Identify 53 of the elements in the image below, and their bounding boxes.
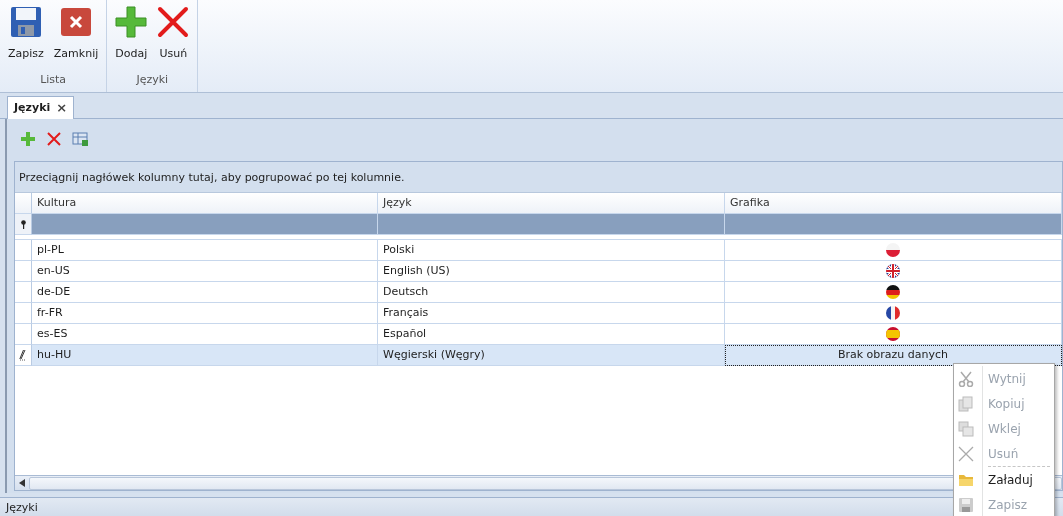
table-cell: fr-FR (32, 303, 378, 324)
table-cell: Węgierski (Węgry) (378, 345, 725, 366)
toolbar-button[interactable] (46, 131, 62, 147)
filter-cell[interactable] (378, 214, 725, 235)
flag-icon (885, 305, 901, 321)
scissors-icon (958, 370, 974, 387)
table-cell: pl-PL (32, 240, 378, 261)
row-indicator (15, 240, 32, 261)
paste-icon (958, 420, 974, 437)
close-icon[interactable]: × (56, 101, 68, 115)
column-header[interactable]: Grafika (725, 193, 1062, 214)
ribbon-group-label: Lista (39, 71, 68, 88)
filter-cell[interactable] (725, 214, 1062, 235)
ribbon-button[interactable]: Zapisz (6, 4, 46, 72)
scrollbar-thumb[interactable] (28, 476, 1062, 490)
table-cell: Brak obrazu danych (725, 345, 1062, 366)
copy-icon (958, 395, 974, 412)
plus-icon (115, 6, 148, 38)
flag-icon (885, 263, 901, 279)
table-cell: de-DE (32, 282, 378, 303)
group-panel-hint: Przeciągnij nagłówek kolumny tutaj, aby pogrupować po tej kolumnie. (19, 169, 405, 186)
ribbon-button[interactable]: Usuń (155, 4, 192, 72)
plus-icon (20, 131, 36, 147)
table-cell: Polski (378, 240, 725, 261)
table-cell: en-US (32, 261, 378, 282)
row-indicator (15, 282, 32, 303)
table-cell: hu-HU (32, 345, 378, 366)
row-indicator (15, 261, 32, 282)
table-cell: Français (378, 303, 725, 324)
ribbon-button[interactable]: Dodaj (113, 4, 150, 72)
table-cell: Deutsch (378, 282, 725, 303)
pin-icon (19, 219, 27, 229)
toolbar-button[interactable] (72, 131, 88, 147)
grid-export-icon (72, 131, 88, 147)
ribbon-button[interactable]: Zamknij (51, 4, 101, 72)
scroll-left-icon (18, 479, 25, 487)
ribbon-group-label: Języki (135, 71, 170, 88)
row-indicator (15, 303, 32, 324)
flag-icon (885, 284, 901, 300)
filter-cell[interactable] (32, 214, 378, 235)
delete-icon (958, 445, 974, 462)
column-header[interactable]: Kultura (32, 193, 378, 214)
flag-icon (885, 326, 901, 342)
table-cell: English (US) (378, 261, 725, 282)
delete-icon (157, 6, 190, 38)
close-icon (60, 6, 93, 38)
toolbar-button[interactable] (20, 131, 36, 147)
menu-item[interactable]: Załaduj (954, 467, 1054, 492)
column-header[interactable]: Język (378, 193, 725, 214)
delete-icon (46, 131, 62, 147)
flag-icon (885, 242, 901, 258)
document-tab[interactable]: Języki × (7, 95, 75, 119)
pencil-icon (19, 349, 27, 361)
